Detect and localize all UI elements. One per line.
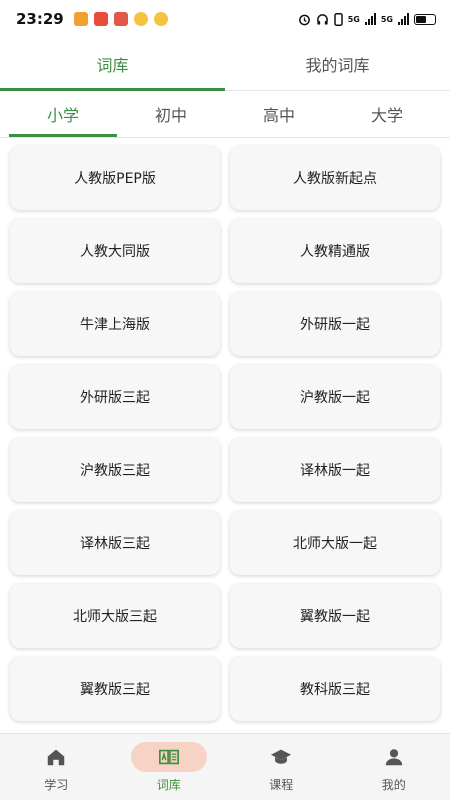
nav-item-word-library[interactable]: 词库 xyxy=(113,734,226,800)
nav-item-mine[interactable]: 我的 xyxy=(338,734,450,800)
book-icon xyxy=(158,749,179,764)
network-type-2: 5G xyxy=(380,14,393,24)
alarm-icon xyxy=(298,14,310,25)
nav-label-word-library: 词库 xyxy=(156,777,181,792)
textbook-card[interactable]: 人教版新起点 xyxy=(230,146,440,210)
nav-icon-wrap xyxy=(130,741,207,772)
nav-label-study: 学习 xyxy=(44,777,69,792)
graduation-cap-icon xyxy=(271,749,292,764)
tab-senior-high[interactable]: 高中 xyxy=(225,91,333,137)
nav-icon-wrap xyxy=(383,742,405,772)
status-left: 23:29 xyxy=(16,10,168,28)
nav-label-mine: 我的 xyxy=(381,777,406,792)
bottom-nav: 学习 词库 课程 我的 xyxy=(0,733,450,800)
top-tabs: 词库 我的词库 xyxy=(0,38,450,91)
tab-junior-high[interactable]: 初中 xyxy=(117,91,225,137)
nav-item-study[interactable]: 学习 xyxy=(0,734,113,800)
textbook-card[interactable]: 译林版三起 xyxy=(10,511,220,575)
status-time: 23:29 xyxy=(16,10,64,28)
weibo-icon xyxy=(133,12,148,26)
textbook-card[interactable]: 沪教版三起 xyxy=(10,438,220,502)
textbook-card[interactable]: 人教版PEP版 xyxy=(10,146,220,210)
status-bar: 23:29 5G 5G xyxy=(0,0,450,38)
tab-university[interactable]: 大学 xyxy=(333,91,441,137)
textbook-card[interactable]: 译林版一起 xyxy=(230,438,440,502)
level-tabs: 小学 初中 高中 大学 xyxy=(0,91,450,138)
vibrate-icon xyxy=(333,12,343,26)
tab-my-word-library[interactable]: 我的词库 xyxy=(225,38,450,90)
headphones-icon xyxy=(316,13,328,25)
nav-item-courses[interactable]: 课程 xyxy=(225,734,338,800)
textbook-card[interactable]: 北师大版一起 xyxy=(230,511,440,575)
nav-icon-wrap xyxy=(45,742,67,772)
tab-primary-school[interactable]: 小学 xyxy=(9,91,117,137)
textbook-card[interactable]: 外研版一起 xyxy=(230,292,440,356)
textbook-card[interactable]: 牛津上海版 xyxy=(10,292,220,356)
textbook-card[interactable]: 翼教版三起 xyxy=(10,657,220,721)
tab-word-library[interactable]: 词库 xyxy=(0,38,225,91)
battery-icon xyxy=(414,13,436,25)
nav-label-courses: 课程 xyxy=(269,777,294,792)
nav-icon-wrap xyxy=(270,742,292,772)
notification-app-icon xyxy=(73,12,88,26)
textbook-card[interactable]: 沪教版一起 xyxy=(230,365,440,429)
textbook-card[interactable]: 教科版三起 xyxy=(230,657,440,721)
user-icon xyxy=(385,748,402,765)
weibo-icon xyxy=(153,12,168,26)
textbook-card[interactable]: 北师大版三起 xyxy=(10,584,220,648)
signal-icon xyxy=(364,13,376,25)
notification-app-icon xyxy=(93,12,108,26)
textbook-card[interactable]: 人教精通版 xyxy=(230,219,440,283)
textbook-card[interactable]: 人教大同版 xyxy=(10,219,220,283)
home-icon xyxy=(48,749,65,765)
network-type-1: 5G xyxy=(347,14,360,24)
notification-app-icon xyxy=(113,12,128,26)
signal-icon xyxy=(398,13,409,25)
textbook-card[interactable]: 外研版三起 xyxy=(10,365,220,429)
textbook-grid: 人教版PEP版 人教版新起点 人教大同版 人教精通版 牛津上海版 外研版一起 外… xyxy=(0,138,450,725)
status-right: 5G 5G xyxy=(298,12,436,26)
textbook-card[interactable]: 翼教版一起 xyxy=(230,584,440,648)
